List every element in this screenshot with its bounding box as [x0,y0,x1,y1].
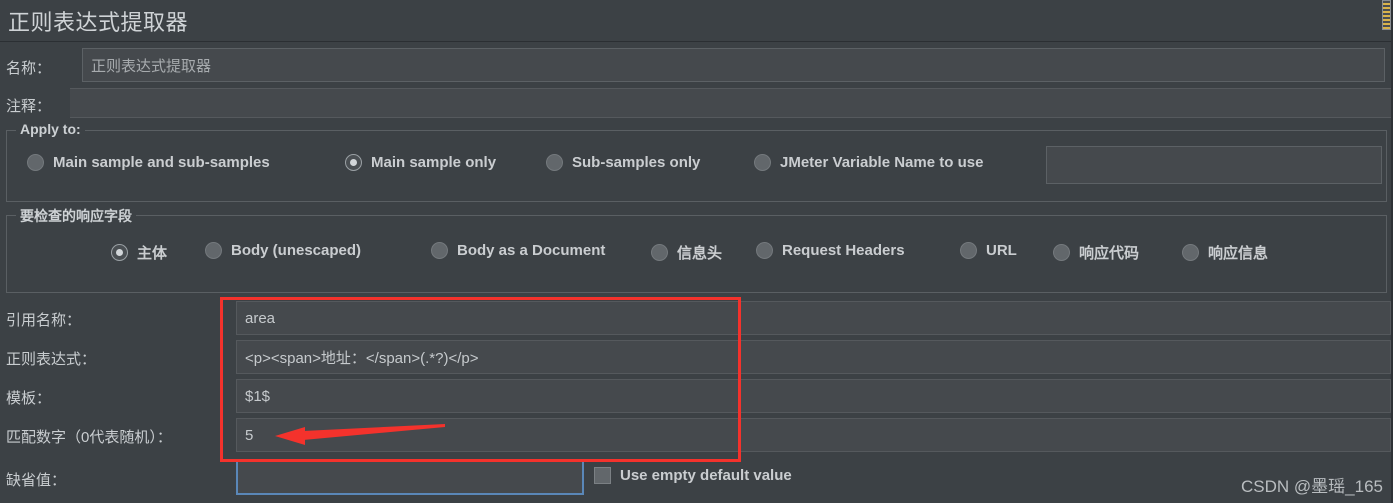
radio-icon [651,244,668,261]
radio-icon [1053,244,1070,261]
match-number-label: 匹配数字（0代表随机）： [6,429,172,446]
radio-body-unescaped[interactable]: Body (unescaped) [205,242,361,259]
radio-label: 响应信息 [1208,245,1269,262]
jmeter-variable-name-input[interactable] [1046,146,1382,184]
comment-label: 注释： [6,98,52,115]
regular-expression-row: 正则表达式： <p><span>地址：</span>(.*?)</p> [0,338,1393,376]
radio-label: Request Headers [782,242,905,259]
watermark: CSDN @墨瑶_165 [1241,477,1383,496]
page-title: 正则表达式提取器 [8,10,189,35]
radio-jmeter-variable-name[interactable]: JMeter Variable Name to use [754,154,983,171]
radio-icon [754,154,771,171]
radio-response-code[interactable]: 响应代码 [1053,242,1139,263]
radio-label: Main sample only [371,154,497,171]
default-value-row: 缺省值： Use empty default value [0,457,1393,503]
regular-expression-input[interactable]: <p><span>地址：</span>(.*?)</p> [236,340,1391,374]
radio-label: 响应代码 [1079,245,1140,262]
radio-request-headers[interactable]: Request Headers [756,242,905,259]
response-field-group: 要检查的响应字段 主体 Body (unescaped) Body as a D… [6,206,1387,293]
checkbox-label: Use empty default value [620,467,792,484]
template-label: 模板： [6,390,52,407]
comment-row: 注释： [0,88,1393,120]
radio-main-sample-only[interactable]: Main sample only [345,154,496,171]
radio-label: 主体 [137,245,168,262]
reference-name-row: 引用名称： area [0,299,1393,337]
use-empty-default-value-checkbox[interactable]: Use empty default value [594,467,792,484]
response-field-group-title: 要检查的响应字段 [16,206,136,226]
radio-icon [546,154,563,171]
radio-label: Sub-samples only [572,154,701,171]
radio-main-and-sub-samples[interactable]: Main sample and sub-samples [27,154,270,171]
reference-name-input[interactable]: area [236,301,1391,335]
panel-title-bar: 正则表达式提取器 [0,0,1393,42]
comment-input[interactable] [70,88,1393,118]
radio-response-message[interactable]: 响应信息 [1182,242,1268,263]
radio-label: JMeter Variable Name to use [780,154,984,171]
radio-icon [756,242,773,259]
radio-label: Main sample and sub-samples [53,154,270,171]
template-input[interactable]: $1$ [236,379,1391,413]
radio-icon-selected [345,154,362,171]
match-number-input[interactable]: 5 [236,418,1391,452]
radio-url[interactable]: URL [960,242,1017,259]
apply-to-group-title: Apply to: [16,121,85,137]
radio-sub-samples-only[interactable]: Sub-samples only [546,154,700,171]
default-value-input[interactable] [236,459,584,495]
radio-label: Body as a Document [457,242,606,259]
radio-label: URL [986,242,1017,259]
title-divider [0,41,1393,42]
radio-body[interactable]: 主体 [111,242,167,263]
name-input[interactable]: 正则表达式提取器 [82,48,1385,82]
regex-extractor-panel: 正则表达式提取器 名称： 正则表达式提取器 注释： Apply to: Main… [0,0,1393,503]
radio-headers[interactable]: 信息头 [651,242,722,263]
checkbox-icon [594,467,611,484]
radio-label: 信息头 [677,245,723,262]
radio-body-as-document[interactable]: Body as a Document [431,242,605,259]
radio-icon-selected [111,244,128,261]
reference-name-label: 引用名称： [6,312,82,329]
name-label: 名称： [6,60,52,77]
radio-icon [205,242,222,259]
regular-expression-label: 正则表达式： [6,351,97,368]
radio-icon [960,242,977,259]
radio-icon [431,242,448,259]
radio-icon [27,154,44,171]
apply-to-group: Apply to: Main sample and sub-samples Ma… [6,121,1387,202]
match-number-row: 匹配数字（0代表随机）： 5 [0,416,1393,454]
default-value-label: 缺省值： [6,472,67,489]
radio-label: Body (unescaped) [231,242,362,259]
template-row: 模板： $1$ [0,377,1393,415]
scrollbar-thumb[interactable] [1382,0,1391,30]
name-row: 名称： 正则表达式提取器 [0,46,1393,84]
radio-icon [1182,244,1199,261]
